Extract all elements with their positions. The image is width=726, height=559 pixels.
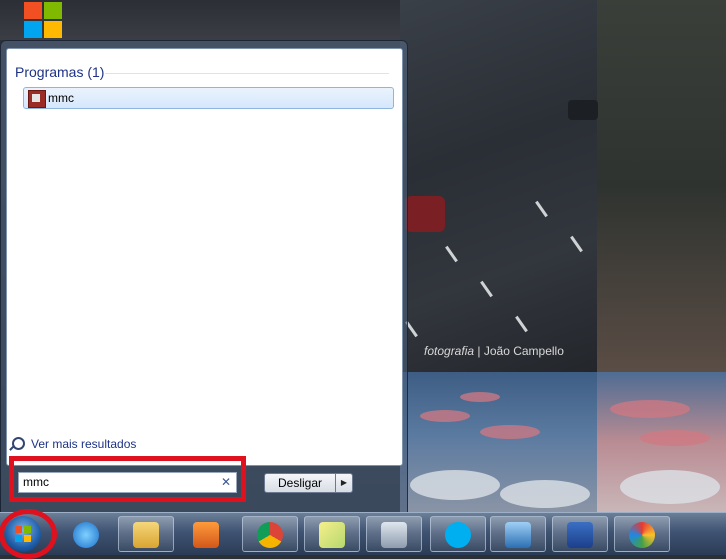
start-button-highlight (0, 509, 57, 559)
park-photo (597, 0, 726, 372)
taskbar-item-media[interactable] (178, 516, 234, 552)
search-results-panel: Programas (1) mmc (6, 48, 403, 466)
taskbar-item-paint[interactable] (614, 516, 670, 552)
road-photo (400, 0, 597, 372)
word-icon (567, 522, 593, 548)
paint-icon (629, 522, 655, 548)
taskbar-item-skype[interactable] (430, 516, 486, 552)
calculator-icon (381, 522, 407, 548)
remote-desktop-icon (505, 522, 531, 548)
mmc-console-icon (28, 90, 46, 108)
internet-explorer-icon (73, 522, 99, 548)
result-item-mmc[interactable]: mmc (23, 87, 394, 109)
sticky-notes-icon (319, 522, 345, 548)
taskbar-item-explorer[interactable] (118, 516, 174, 552)
search-icon (12, 437, 25, 450)
taskbar-item-word[interactable] (552, 516, 608, 552)
see-more-results-link[interactable]: Ver mais resultados (31, 437, 136, 451)
chrome-icon (257, 522, 283, 548)
shutdown-options-arrow-icon[interactable]: ▶ (335, 473, 353, 493)
search-input[interactable] (23, 475, 213, 489)
taskbar (0, 509, 726, 559)
windows-logo-icon (24, 2, 64, 40)
shutdown-button[interactable]: Desligar (264, 473, 336, 493)
search-box[interactable]: ✕ (18, 472, 237, 493)
result-label: mmc (48, 91, 74, 105)
taskbar-item-ie[interactable] (58, 516, 114, 552)
skype-icon (445, 522, 471, 548)
taskbar-item-calculator[interactable] (366, 516, 422, 552)
taskbar-item-remote-desktop[interactable] (490, 516, 546, 552)
programs-group-title: Programas (1) (15, 64, 105, 80)
media-player-icon (193, 522, 219, 548)
file-explorer-icon (133, 522, 159, 548)
close-icon[interactable]: ✕ (221, 475, 231, 489)
taskbar-item-chrome[interactable] (242, 516, 298, 552)
photo-watermark: fotografia | João Campello (424, 344, 564, 358)
divider (105, 73, 389, 74)
taskbar-item-sticky-notes[interactable] (304, 516, 360, 552)
